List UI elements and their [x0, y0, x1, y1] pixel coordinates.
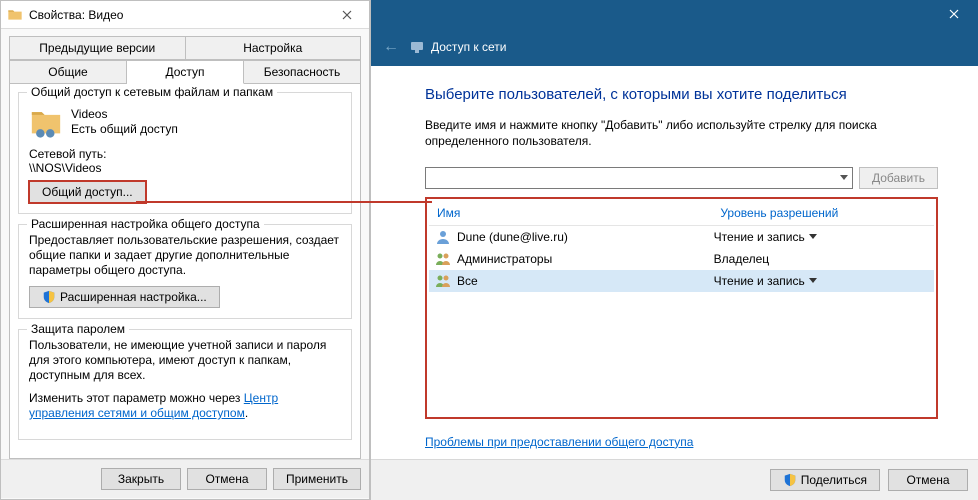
password-change-text: Изменить этот параметр можно через Центр…	[29, 391, 341, 421]
properties-dialog: Свойства: Видео Предыдущие версии Настро…	[0, 0, 370, 500]
close-icon	[949, 9, 959, 19]
user-list: Имя Уровень разрешений Dune (dune@live.r…	[429, 201, 934, 415]
properties-title-text: Свойства: Видео	[29, 8, 325, 22]
share-button[interactable]: Общий доступ...	[29, 181, 146, 203]
network-share-wizard: ← Доступ к сети Выберите пользователей, …	[370, 0, 978, 500]
wizard-footer: Поделиться Отмена	[371, 459, 978, 500]
close-button[interactable]	[331, 5, 363, 25]
permission-value: Чтение и запись	[714, 230, 805, 244]
group-title: Общий доступ к сетевым файлам и папкам	[27, 85, 277, 99]
advanced-sharing-group: Расширенная настройка общего доступа Пре…	[18, 224, 352, 319]
close-icon	[342, 10, 352, 20]
user-name: Администраторы	[457, 252, 552, 266]
folder-status: Есть общий доступ	[71, 122, 178, 137]
wizard-close-button[interactable]	[931, 0, 976, 28]
permission-combo[interactable]: Чтение и запись	[714, 230, 817, 244]
group-title: Расширенная настройка общего доступа	[27, 217, 264, 231]
user-row[interactable]: Администраторы Владелец	[429, 248, 934, 270]
wizard-desc: Введите имя и нажмите кнопку "Добавить" …	[425, 117, 938, 149]
user-name: Все	[457, 274, 478, 288]
user-name: Dune (dune@live.ru)	[457, 230, 568, 244]
user-icon	[435, 229, 451, 245]
annotation-line	[136, 201, 432, 203]
permission-value: Чтение и запись	[714, 274, 805, 288]
tab-previous-versions[interactable]: Предыдущие версии	[9, 36, 186, 60]
apply-button[interactable]: Применить	[273, 468, 361, 490]
group-icon	[435, 273, 451, 289]
column-permissions[interactable]: Уровень разрешений	[712, 201, 934, 225]
shield-icon	[42, 290, 56, 304]
add-user-button[interactable]: Добавить	[859, 167, 938, 189]
network-icon	[409, 39, 425, 55]
folder-name: Videos	[71, 107, 178, 122]
wizard-titlebar[interactable]	[371, 0, 978, 28]
close-button-footer[interactable]: Закрыть	[101, 468, 181, 490]
cancel-button[interactable]: Отмена	[187, 468, 267, 490]
password-desc: Пользователи, не имеющие учетной записи …	[29, 338, 341, 383]
permission-combo[interactable]: Чтение и запись	[714, 274, 817, 288]
shared-folder-icon	[29, 105, 63, 139]
network-sharing-group: Общий доступ к сетевым файлам и папкам V…	[18, 92, 352, 214]
tab-security[interactable]: Безопасность	[244, 60, 361, 84]
user-row[interactable]: Все Чтение и запись	[429, 270, 934, 292]
advanced-settings-button[interactable]: Расширенная настройка...	[29, 286, 220, 308]
permission-value: Владелец	[714, 252, 770, 266]
properties-titlebar[interactable]: Свойства: Видео	[1, 1, 369, 29]
wizard-header: ← Доступ к сети	[371, 28, 978, 66]
group-title: Защита паролем	[27, 322, 129, 336]
tab-content: Общий доступ к сетевым файлам и папкам V…	[9, 83, 361, 459]
wizard-cancel-button[interactable]: Отмена	[888, 469, 968, 491]
tab-general[interactable]: Общие	[9, 60, 127, 84]
share-button-footer[interactable]: Поделиться	[770, 469, 880, 491]
wizard-heading: Выберите пользователей, с которыми вы хо…	[425, 86, 938, 103]
breadcrumb: Доступ к сети	[409, 39, 506, 55]
folder-small-icon	[7, 7, 23, 23]
advanced-desc: Предоставляет пользовательские разрешени…	[29, 233, 341, 278]
network-path-value: \\NOS\Videos	[29, 161, 341, 175]
userlist-highlight: Имя Уровень разрешений Dune (dune@live.r…	[425, 197, 938, 419]
chevron-down-icon	[809, 234, 817, 239]
chevron-down-icon	[809, 278, 817, 283]
tab-customize[interactable]: Настройка	[186, 36, 362, 60]
password-protection-group: Защита паролем Пользователи, не имеющие …	[18, 329, 352, 440]
column-name[interactable]: Имя	[429, 201, 712, 225]
user-search-combo[interactable]	[425, 167, 853, 189]
shield-icon	[783, 473, 797, 487]
permission-combo: Владелец	[714, 252, 770, 266]
back-button[interactable]: ←	[383, 38, 399, 56]
advanced-settings-label: Расширенная настройка...	[60, 290, 207, 304]
properties-footer: Закрыть Отмена Применить	[1, 459, 369, 498]
tab-sharing[interactable]: Доступ	[127, 60, 244, 84]
group-icon	[435, 251, 451, 267]
user-row[interactable]: Dune (dune@live.ru) Чтение и запись	[429, 226, 934, 248]
troubleshoot-link[interactable]: Проблемы при предоставлении общего досту…	[425, 435, 693, 449]
network-path-label: Сетевой путь:	[29, 147, 341, 161]
